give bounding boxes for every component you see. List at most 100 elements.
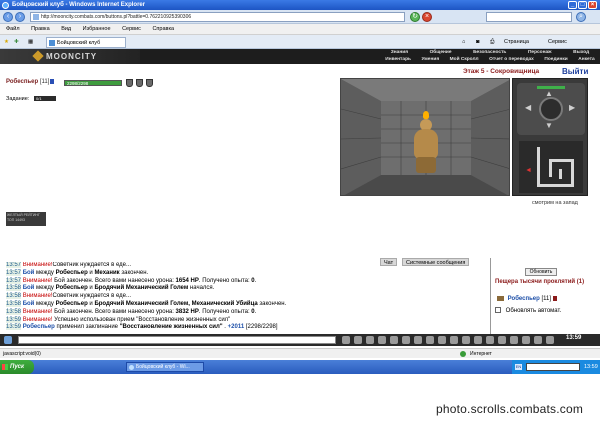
nav-inventory[interactable]: Инвентарь: [385, 57, 411, 64]
taskbar-app-ie[interactable]: Бойцовский клуб - Wi...: [126, 362, 204, 372]
quests-icon[interactable]: [474, 336, 482, 344]
chat-text: 1654 HP: [175, 277, 199, 284]
search-icon[interactable]: ⌕: [576, 12, 586, 22]
chat-text: начался.: [188, 285, 215, 292]
help-icon[interactable]: [522, 336, 530, 344]
fight-icon[interactable]: [426, 336, 434, 344]
tools-menu[interactable]: Сервис: [548, 38, 567, 46]
menu-favorites[interactable]: Избранное: [83, 26, 111, 32]
minimize-button[interactable]: _: [568, 1, 577, 9]
chat-text: Бой закончен. Всего вами нанесено урона:: [52, 308, 176, 315]
chat-time[interactable]: 13:58: [6, 285, 22, 292]
clan-menu-icon[interactable]: [486, 336, 494, 344]
menu-tools[interactable]: Сервис: [122, 26, 141, 32]
stop-icon[interactable]: ×: [422, 12, 432, 22]
menu-file[interactable]: Файл: [6, 26, 20, 32]
chat-player-link[interactable]: Бой: [23, 285, 35, 291]
turn-left-arrow-icon[interactable]: ◀: [525, 103, 531, 112]
chat-player-link[interactable]: +2011: [228, 324, 245, 330]
sound-icon[interactable]: [402, 336, 410, 344]
friends-icon[interactable]: [498, 336, 506, 344]
chat-time[interactable]: 13:58: [6, 293, 22, 300]
chat-player-link[interactable]: Бой: [23, 301, 35, 307]
ie-logo-icon: [2, 2, 9, 9]
page-menu[interactable]: Страница: [504, 38, 529, 46]
nav-transfer-report[interactable]: Отчет о переводах: [489, 57, 534, 64]
exit-link[interactable]: Выйти: [562, 67, 588, 76]
effect-icon[interactable]: [146, 79, 153, 87]
refresh-button[interactable]: Обновить: [525, 268, 557, 276]
chat-mode-icon[interactable]: [4, 336, 12, 344]
chat-text: Советник нуждается в еде...: [52, 293, 132, 300]
nav-battles[interactable]: Поединки: [544, 57, 567, 64]
logout-icon[interactable]: [546, 336, 554, 344]
dungeon-view[interactable]: [340, 78, 510, 196]
forward-button[interactable]: ›: [15, 12, 25, 22]
favorites-star-icon[interactable]: ★: [4, 38, 9, 46]
golem-monster[interactable]: [409, 111, 443, 175]
clan-icon: [497, 296, 504, 301]
cave-header: Пещера тысячи проклятий (1): [495, 279, 585, 285]
magic-icon[interactable]: [438, 336, 446, 344]
chat-time[interactable]: 13:59: [6, 324, 22, 331]
add-favorite-icon[interactable]: ✚: [14, 38, 19, 46]
browser-tab[interactable]: Бойцовский клуб: [46, 37, 126, 48]
home-icon[interactable]: ⌂: [462, 38, 465, 46]
auto-refresh-label: Обновлять автомат.: [505, 308, 562, 314]
chat-message: 13:57 Бой между Робеспьер и Механик зако…: [6, 269, 488, 278]
menu-view[interactable]: Вид: [61, 26, 71, 32]
forum-icon[interactable]: [534, 336, 542, 344]
tab-grid-icon[interactable]: ▦: [28, 38, 33, 46]
settings-icon[interactable]: [510, 336, 518, 344]
cave-player-level: [11]: [541, 296, 552, 302]
info-icon[interactable]: [552, 296, 557, 301]
cave-player-name[interactable]: Робеспьер: [508, 296, 540, 302]
chat-warning: Внимание!: [22, 293, 53, 300]
print-icon[interactable]: ⎙: [490, 38, 494, 46]
start-button[interactable]: Пуск: [0, 360, 34, 374]
translit-icon[interactable]: [390, 336, 398, 344]
rating-text: ЖЕЛТЫЙ РЕЙТИНГ ТОП 14493: [7, 213, 40, 222]
feeds-icon[interactable]: ◙: [476, 38, 479, 46]
search-input[interactable]: [486, 12, 572, 22]
nav-my-scroll[interactable]: Мой Скролл: [450, 57, 479, 64]
auto-refresh[interactable]: Обновлять автомат.: [495, 307, 561, 314]
auto-refresh-checkbox[interactable]: [495, 307, 501, 313]
monster-legs: [416, 157, 436, 173]
refresh-icon[interactable]: ↻: [410, 12, 420, 22]
chat-time[interactable]: 13:58: [6, 300, 22, 307]
chat-time[interactable]: 13:58: [6, 308, 22, 315]
effect-icon[interactable]: [126, 79, 133, 87]
chat-time[interactable]: 13:57: [6, 277, 22, 284]
maximize-button[interactable]: □: [578, 1, 587, 9]
scroll-icon[interactable]: [450, 336, 458, 344]
menu-edit[interactable]: Правка: [31, 26, 50, 32]
back-button[interactable]: ‹: [3, 12, 13, 22]
effect-icon[interactable]: [136, 79, 143, 87]
rating-panel: ЖЕЛТЫЙ РЕЙТИНГ ТОП 14493: [6, 212, 46, 226]
close-button[interactable]: ×: [588, 1, 597, 9]
clear-icon[interactable]: [354, 336, 362, 344]
menu-help[interactable]: Справка: [152, 26, 174, 32]
player-name[interactable]: Робеспьер: [6, 79, 38, 85]
nav-skills[interactable]: Умения: [422, 57, 440, 64]
contacts-icon[interactable]: [414, 336, 422, 344]
chat-input[interactable]: [18, 336, 336, 344]
chat-player-link[interactable]: Бой: [23, 270, 35, 276]
map-icon[interactable]: [462, 336, 470, 344]
smiles-icon[interactable]: [366, 336, 374, 344]
chat-time[interactable]: 13:57: [6, 262, 22, 268]
filter-icon[interactable]: [378, 336, 386, 344]
address-bar[interactable]: http://mooncity.combats.com/buttons.pl?b…: [30, 12, 405, 22]
nav-profile[interactable]: Анкета: [578, 57, 594, 64]
chat-time[interactable]: 13:57: [6, 269, 22, 276]
torch-flame-icon: [423, 111, 429, 119]
chat-time[interactable]: 13:59: [6, 316, 22, 323]
info-icon[interactable]: [50, 79, 55, 84]
chat-player-link[interactable]: Робеспьер: [23, 324, 55, 330]
turn-right-arrow-icon[interactable]: ▶: [569, 103, 575, 112]
move-back-arrow-icon[interactable]: ▼: [545, 121, 553, 130]
send-icon[interactable]: [342, 336, 350, 344]
language-indicator-icon[interactable]: EN: [515, 364, 522, 370]
tray-address-input[interactable]: [526, 363, 580, 371]
